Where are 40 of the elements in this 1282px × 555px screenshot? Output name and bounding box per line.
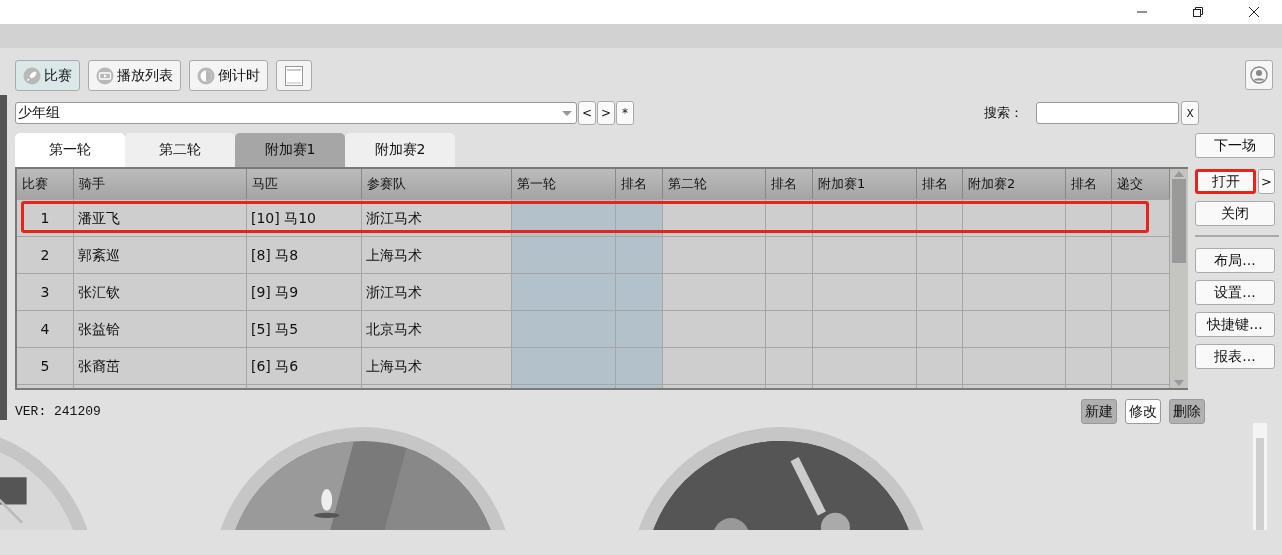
toolbar-button[interactable] — [276, 60, 312, 91]
rocket-icon — [23, 66, 41, 85]
tab[interactable]: 第二轮 — [125, 133, 235, 167]
nav-button[interactable]: > — [597, 101, 615, 125]
side-button[interactable]: 布局... — [1195, 248, 1275, 273]
side-button[interactable]: 快捷键... — [1195, 312, 1275, 337]
side-button[interactable]: 下一场 — [1195, 133, 1275, 158]
menu-button[interactable]: > — [1258, 169, 1275, 194]
clear-button[interactable]: X — [1181, 101, 1199, 125]
toolbar-button[interactable]: 播放列表 — [88, 60, 181, 91]
playlist-icon — [96, 66, 114, 85]
nav-button[interactable]: < — [578, 101, 596, 125]
dropdown-arrow-icon — [562, 110, 572, 116]
action-button[interactable]: 删除 — [1169, 399, 1205, 424]
toolbar-button[interactable]: 倒计时 — [189, 60, 268, 91]
side-button[interactable]: 关闭 — [1195, 201, 1275, 226]
search-field[interactable] — [1036, 102, 1179, 124]
action-button[interactable]: 修改 — [1125, 399, 1161, 424]
side-button[interactable]: 报表... — [1195, 344, 1275, 369]
version-label: VER: 241209 — [15, 404, 101, 419]
restore-icon[interactable] — [1192, 6, 1204, 18]
nav-button[interactable]: * — [616, 101, 634, 125]
scrollbar[interactable] — [1170, 169, 1188, 388]
scroll-down-icon — [1174, 380, 1184, 386]
clock-icon — [197, 66, 215, 85]
scroll-up-icon — [1174, 171, 1184, 177]
toolbar-button[interactable]: 比赛 — [15, 60, 80, 91]
tab[interactable]: 第一轮 — [15, 133, 125, 167]
tab[interactable]: 附加赛2 — [345, 133, 455, 167]
page-icon — [284, 64, 304, 87]
side-button[interactable]: 打开 — [1195, 169, 1256, 194]
scrollbar[interactable] — [1253, 423, 1267, 530]
user-icon — [1250, 66, 1268, 84]
action-button[interactable]: 新建 — [1081, 399, 1117, 424]
user-button[interactable] — [1245, 60, 1273, 90]
side-button[interactable]: 设置... — [1195, 280, 1275, 305]
group-dropdown[interactable]: 少年组 — [15, 102, 577, 124]
tab[interactable]: 附加赛1 — [235, 133, 345, 167]
search-label: 搜索： — [984, 104, 1023, 122]
close-icon[interactable] — [1248, 6, 1260, 18]
